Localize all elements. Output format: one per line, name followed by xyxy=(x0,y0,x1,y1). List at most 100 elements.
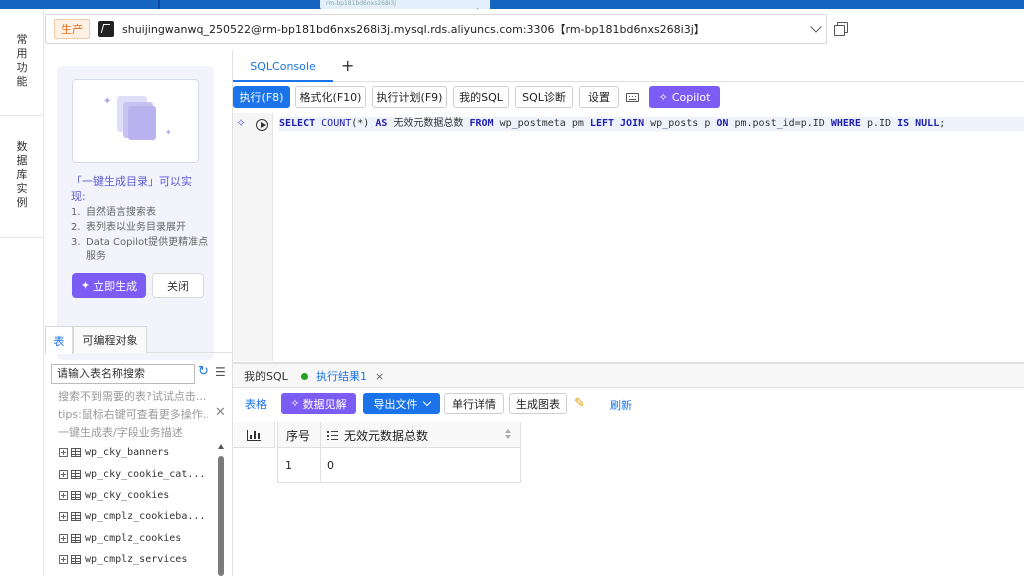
rail-divider xyxy=(0,237,44,238)
sparkle-icon: ✧ xyxy=(658,90,668,104)
generate-chart-button[interactable]: 生成图表 xyxy=(509,393,567,414)
sql-toolbar: 执行(F8) 格式化(F10) 执行计划(F9) 我的SQL SQL诊断 设置 … xyxy=(233,86,1024,110)
generate-description-link[interactable]: 一键生成表/字段业务描述 xyxy=(58,424,208,440)
table-search-input[interactable]: 请输入表名称搜索 xyxy=(51,364,195,384)
document-icon xyxy=(128,106,156,140)
sparkle-icon: ✦ xyxy=(103,96,112,107)
result-grid: 序号 无效元数据总数 1 0 xyxy=(233,422,1024,576)
grid-header: 序号 无效元数据总数 xyxy=(277,422,521,448)
refresh-link[interactable]: 刷新 xyxy=(610,397,632,413)
browser-tab[interactable]: rm-bp181bd6nxs268i3j xyxy=(320,0,478,9)
sparkle-icon: ✦ xyxy=(80,279,91,292)
table-row[interactable]: wp_cmplz_cookieba... xyxy=(59,506,209,527)
tab-result-1[interactable]: 执行结果1 × xyxy=(301,364,384,388)
format-button[interactable]: 格式化(F10) xyxy=(295,86,366,108)
copilot-button[interactable]: ✧ Copilot xyxy=(649,86,720,108)
table-row[interactable]: wp_cky_cookies xyxy=(59,485,209,506)
cell-index: 1 xyxy=(278,448,321,482)
search-hint[interactable]: 搜索不到需要的表?试试点击... xyxy=(58,388,208,404)
filter-icon[interactable]: ☰ xyxy=(215,365,229,379)
rail-char: 实 xyxy=(16,182,28,195)
table-row[interactable]: wp_cky_banners xyxy=(59,442,209,463)
refresh-icon[interactable]: ↻ xyxy=(198,365,212,379)
table-row[interactable]: wp_cmplz_services xyxy=(59,549,209,570)
expand-icon[interactable] xyxy=(59,490,68,500)
export-file-button[interactable]: 导出文件 xyxy=(363,393,440,414)
rail-char: 例 xyxy=(16,196,28,209)
scrollbar-thumb[interactable] xyxy=(218,456,224,576)
tab-divider xyxy=(158,0,160,9)
close-button[interactable]: 关闭 xyxy=(152,273,204,298)
scroll-up-icon[interactable] xyxy=(218,444,224,449)
run-line-icon[interactable] xyxy=(256,119,268,131)
connection-string: shuijingwanwq_250522@rm-bp181bd6nxs268i3… xyxy=(122,23,705,36)
execution-plan-button[interactable]: 执行计划(F9) xyxy=(372,86,447,108)
sql-code-line[interactable]: SELECT COUNT(*) AS 无效元数据总数 FROM wp_postm… xyxy=(279,117,1024,131)
editor-gutter: ✧ xyxy=(233,113,273,361)
tab-tables[interactable]: 表 xyxy=(45,326,73,354)
rail-char: 功 xyxy=(16,61,28,74)
rail-char: 常 xyxy=(16,33,28,46)
close-icon[interactable]: ✕ xyxy=(215,405,226,420)
env-badge: 生产 xyxy=(54,19,90,39)
copy-icon[interactable] xyxy=(834,22,848,36)
table-icon xyxy=(71,533,81,543)
table-list-scrollbar[interactable] xyxy=(217,442,225,576)
table-icon xyxy=(71,490,81,500)
rail-char: 能 xyxy=(16,75,28,88)
table-row[interactable]: 1 0 xyxy=(277,448,521,483)
table-row[interactable]: wp_cky_cookie_cat... xyxy=(59,463,209,484)
sql-diagnose-button[interactable]: SQL诊断 xyxy=(515,86,573,108)
data-insight-button[interactable]: ✧ 数据见解 xyxy=(281,393,356,414)
close-icon[interactable]: × xyxy=(375,370,384,383)
expand-icon[interactable] xyxy=(59,512,68,522)
object-tabs: 表 可编程对象 xyxy=(45,326,233,354)
mysql-icon xyxy=(98,21,114,37)
expand-icon[interactable] xyxy=(59,533,68,543)
promo-title: 「一键生成目录」可以实现: xyxy=(71,175,192,203)
cell-value[interactable]: 0 xyxy=(321,448,521,482)
table-row[interactable]: wp_cmplz_cookies xyxy=(59,528,209,549)
result-toolbar: 表格 ✧ 数据见解 导出文件 单行详情 生成图表 ✎ 刷新 xyxy=(233,392,1024,416)
add-tab-button[interactable]: + xyxy=(341,56,354,75)
sparkle-icon: ✧ xyxy=(290,397,300,410)
expand-icon[interactable] xyxy=(59,555,68,565)
catalog-illustration: ✦ ✦ xyxy=(72,79,199,163)
rail-char: 数 xyxy=(16,140,28,153)
tab-sqlconsole[interactable]: SQLConsole xyxy=(233,53,333,82)
rail-char: 据 xyxy=(16,154,28,167)
settings-button[interactable]: 设置 xyxy=(579,86,619,108)
column-header-count[interactable]: 无效元数据总数 xyxy=(321,422,521,448)
chevron-down-icon[interactable] xyxy=(810,21,822,33)
expand-icon[interactable] xyxy=(59,469,68,479)
rail-char: 库 xyxy=(16,168,28,181)
generate-now-button[interactable]: ✦ 立即生成 xyxy=(72,273,146,298)
tab-my-sql[interactable]: 我的SQL xyxy=(244,364,288,388)
list-item: 1. 自然语言搜索表 xyxy=(71,207,156,218)
left-rail: 常 用 功 能 数 据 库 实 例 xyxy=(0,9,44,576)
keyboard-icon[interactable] xyxy=(626,93,639,102)
browser-tab-strip: rm-bp181bd6nxs268i3j xyxy=(0,0,1024,9)
sql-editor[interactable]: ✧ SELECT COUNT(*) AS 无效元数据总数 FROM wp_pos… xyxy=(233,113,1024,361)
rail-item-common-functions[interactable]: 常 用 功 能 xyxy=(0,33,44,89)
tab-programmable-objects[interactable]: 可编程对象 xyxy=(73,326,147,353)
copilot-sparkle-icon[interactable]: ✧ xyxy=(236,116,246,130)
my-sql-button[interactable]: 我的SQL xyxy=(453,86,509,108)
table-list: wp_cky_banners wp_cky_cookie_cat... wp_c… xyxy=(59,442,209,570)
rail-char: 用 xyxy=(16,47,28,60)
column-header-index: 序号 xyxy=(278,422,321,448)
table-icon xyxy=(71,469,81,479)
rail-divider xyxy=(0,115,44,116)
paint-icon[interactable]: ✎ xyxy=(574,396,585,411)
list-item: 2. 表列表以业务目录展开 xyxy=(71,222,186,233)
rail-item-db-instances[interactable]: 数 据 库 实 例 xyxy=(0,140,44,210)
row-detail-button[interactable]: 单行详情 xyxy=(444,393,504,414)
view-table-toggle[interactable]: 表格 xyxy=(245,396,267,412)
expand-icon[interactable] xyxy=(59,448,68,458)
editor-tabs: SQLConsole + xyxy=(233,50,1024,82)
chevron-down-icon xyxy=(422,397,431,407)
connection-selector[interactable]: 生产 shuijingwanwq_250522@rm-bp181bd6nxs26… xyxy=(45,14,827,44)
tips-hint: tips:鼠标右键可查看更多操作... xyxy=(58,408,208,421)
execute-button[interactable]: 执行(F8) xyxy=(233,86,290,108)
sort-icon[interactable] xyxy=(505,429,513,441)
